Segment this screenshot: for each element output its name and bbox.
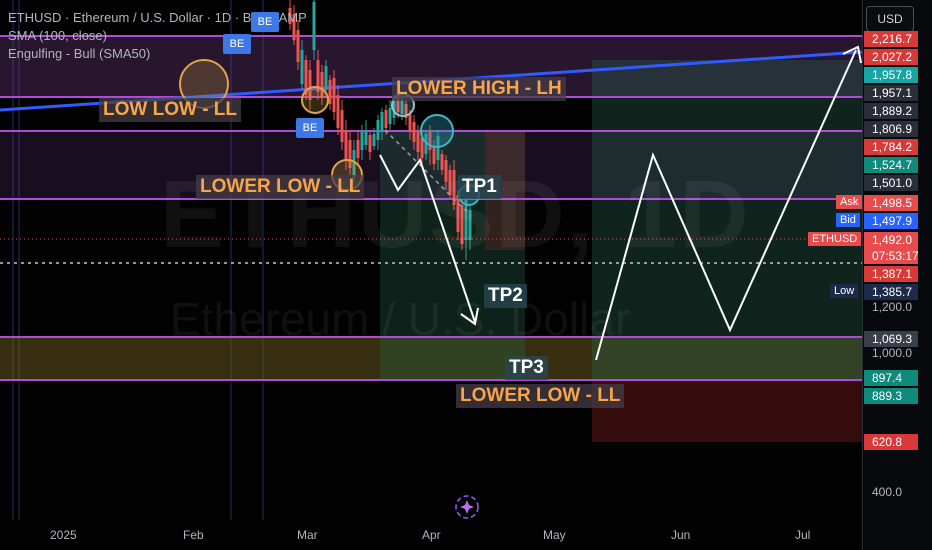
label-tp3[interactable]: TP3 <box>505 356 548 380</box>
symbol-price-label: ETHUSD <box>808 232 862 246</box>
price-tag: 889.3 <box>864 388 918 404</box>
sparkle-icon[interactable] <box>454 494 480 520</box>
axis-tick: 1,000.0 <box>872 346 913 360</box>
label-tp2[interactable]: TP2 <box>484 284 527 308</box>
candle-body <box>372 134 376 146</box>
date-label: Feb <box>183 528 204 542</box>
label-lower-low-1[interactable]: LOWER LOW - LL <box>196 175 365 199</box>
price-tag: 1,387.1 <box>864 266 918 282</box>
currency-button[interactable]: USD <box>866 6 914 32</box>
candle-body <box>360 132 364 150</box>
price-tag: 1,385.7 <box>864 284 918 300</box>
swing-circle-2 <box>301 86 329 114</box>
price-tag: 2,027.2 <box>864 49 918 65</box>
candle-body <box>336 95 340 128</box>
be-marker-2[interactable]: BE <box>223 34 251 54</box>
date-label: Jul <box>795 528 811 542</box>
label-lower-low-2[interactable]: LOWER LOW - LL <box>456 384 625 408</box>
price-tag: 07:53:17 <box>864 248 919 264</box>
watermark-name: Ethereum / U.S. Dollar <box>170 293 631 345</box>
low-label: Low <box>830 284 859 298</box>
price-tag: 1,497.9 <box>864 213 918 229</box>
price-tag: 1,957.8 <box>864 67 918 83</box>
ask-label: Ask <box>836 195 863 209</box>
date-label: May <box>543 528 566 542</box>
candle-body <box>312 2 316 50</box>
price-tag: 1,784.2 <box>864 139 918 155</box>
chart-root[interactable]: ETHUSD, 1D Ethereum / U.S. Dollar ETHUSD… <box>0 0 932 550</box>
candle-body <box>376 120 380 140</box>
date-label: 2025 <box>50 528 77 542</box>
candle-body <box>324 66 328 90</box>
swing-circle-5 <box>420 114 454 148</box>
price-tag: 1,806.9 <box>864 121 918 137</box>
axis-tick: 400.0 <box>872 485 903 499</box>
price-tag: 897.4 <box>864 370 918 386</box>
candle-body <box>384 110 388 128</box>
candle-body <box>356 140 360 158</box>
candle-body <box>388 108 392 124</box>
candle-body <box>420 138 424 158</box>
candle-body <box>412 122 416 142</box>
price-tag: 1,524.7 <box>864 157 918 173</box>
date-label: Mar <box>297 528 318 542</box>
candle-body <box>380 112 384 132</box>
label-low-low[interactable]: LOW LOW - LL <box>99 98 242 122</box>
candle-body <box>368 135 372 152</box>
zone-red-2 <box>592 380 862 442</box>
price-tag: 1,957.1 <box>864 85 918 101</box>
price-tag: 1,069.3 <box>864 331 918 347</box>
price-tag: 620.8 <box>864 434 918 450</box>
be-marker-3[interactable]: BE <box>296 118 324 138</box>
price-tag: 1,492.0 <box>864 232 918 248</box>
candle-body <box>344 130 348 160</box>
label-tp1[interactable]: TP1 <box>458 175 501 199</box>
axis-tick: 1,200.0 <box>872 300 913 314</box>
candle-body <box>332 78 336 112</box>
candle-body <box>408 114 412 132</box>
price-tag: 1,498.5 <box>864 195 918 211</box>
date-label: Jun <box>671 528 691 542</box>
legend-pattern[interactable]: Engulfing - Bull (SMA50) <box>8 45 307 63</box>
be-marker-1[interactable]: BE <box>251 12 279 32</box>
price-tag: 2,216.7 <box>864 31 918 47</box>
date-label: Apr <box>422 528 441 542</box>
candle-body <box>340 110 344 142</box>
price-tag: 1,501.0 <box>864 175 918 191</box>
price-tag: 1,889.2 <box>864 103 918 119</box>
label-lower-high[interactable]: LOWER HIGH - LH <box>392 77 566 101</box>
bid-label: Bid <box>836 213 860 227</box>
candle-body <box>364 130 368 145</box>
candle-body <box>416 132 420 152</box>
